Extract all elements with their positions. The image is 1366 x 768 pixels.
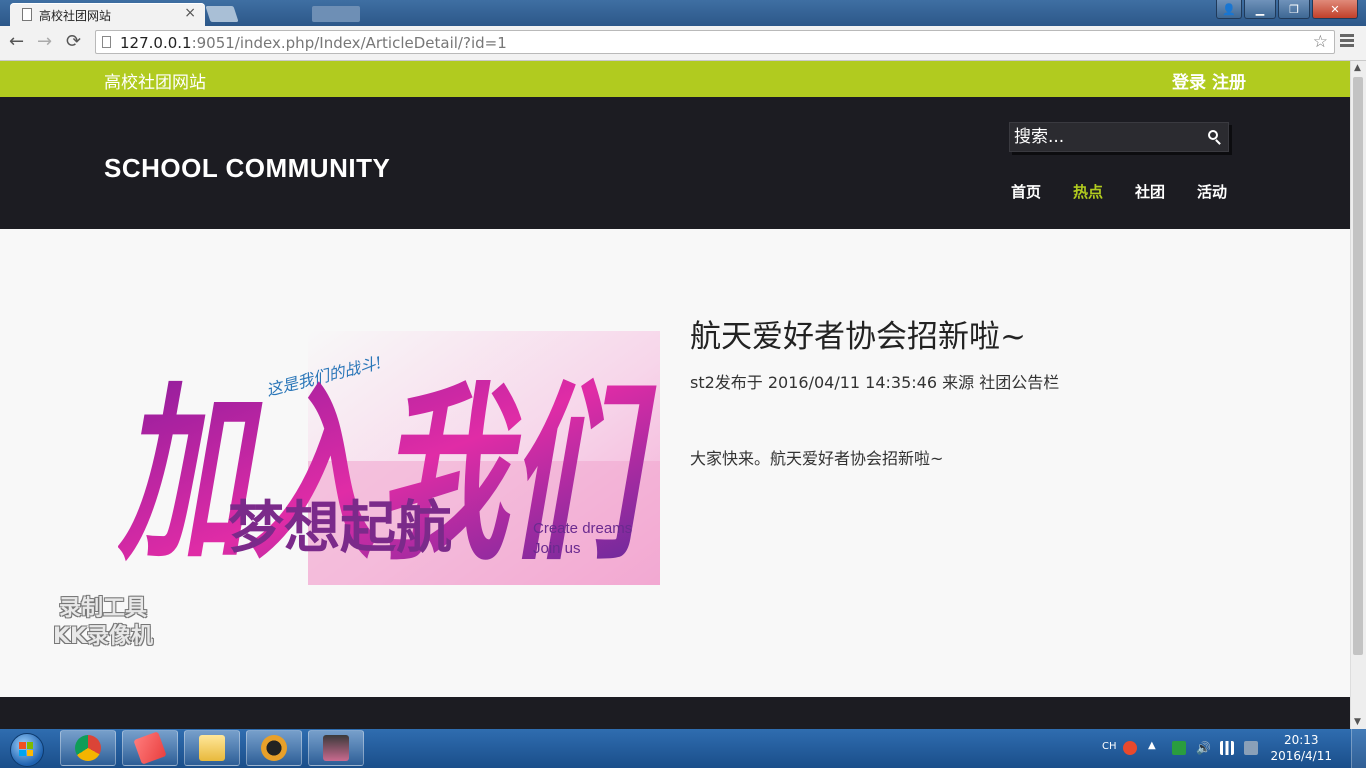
maximize-button[interactable]: ❐ [1278, 0, 1310, 19]
clock-time: 20:13 [1283, 733, 1319, 747]
search-input[interactable] [1014, 127, 1194, 147]
address-url[interactable]: 127.0.0.1:9051/index.php/Index/ArticleDe… [120, 34, 507, 52]
document-icon [22, 8, 32, 21]
new-tab-button[interactable] [205, 6, 239, 22]
article-title: 航天爱好者协会招新啦~ [690, 319, 1026, 355]
system-tray: CH ▲ 🔊 20:13 2016/4/11 [1096, 729, 1366, 768]
show-hidden-icons[interactable]: ▲ [1148, 740, 1156, 751]
article-body: 大家快来。航天爱好者协会招新啦~ [690, 449, 944, 468]
chrome-icon [75, 735, 101, 761]
site-header: SCHOOL COMMUNITY 首页 热点 社团 活动 [0, 97, 1350, 229]
forward-button[interactable]: → [37, 32, 52, 52]
browser-toolbar: ← → ⟳ 127.0.0.1:9051/index.php/Index/Art… [0, 26, 1366, 61]
mask-icon [261, 735, 287, 761]
register-link[interactable]: 注册 [1212, 73, 1246, 93]
taskbar-app-mask[interactable] [246, 730, 302, 766]
system-clock[interactable]: 20:13 2016/4/11 [1270, 732, 1332, 764]
article-section: 这是我们的战斗! 加入我们 梦想起航 Create dreams Join us… [0, 229, 1350, 697]
main-nav: 首页 热点 社团 活动 [1011, 181, 1259, 202]
chrome-menu-icon[interactable] [1340, 34, 1354, 49]
poster-english-1: Create dreams [533, 520, 632, 537]
bookmark-star-icon[interactable]: ☆ [1313, 32, 1328, 52]
action-center-icon[interactable] [1244, 741, 1258, 755]
search-box [1009, 122, 1229, 152]
page-viewport: 高校社团网站 登录注册 SCHOOL COMMUNITY 首页 热点 社团 活动 [0, 61, 1350, 729]
windows-taskbar: CH ▲ 🔊 20:13 2016/4/11 [0, 729, 1366, 768]
taskbar-app-photo[interactable] [308, 730, 364, 766]
volume-icon[interactable]: 🔊 [1196, 741, 1211, 755]
language-indicator[interactable]: CH [1102, 741, 1117, 752]
browser-titlebar: 高校社团网站 × 👤 ▁ ❐ ✕ [0, 0, 1366, 26]
reload-button[interactable]: ⟳ [66, 32, 81, 52]
folder-icon [199, 735, 225, 761]
page-icon [102, 36, 111, 48]
tab-title: 高校社团网站 [39, 9, 112, 23]
poster-english-2: Join us [533, 540, 581, 557]
start-button[interactable] [4, 730, 48, 767]
url-path: :9051/index.php/Index/ArticleDetail/?id=… [191, 34, 507, 52]
url-host: 127.0.0.1 [120, 34, 192, 52]
article-meta: st2发布于 2016/04/11 14:35:46 来源 社团公告栏 [690, 373, 1060, 392]
watermark-line2: KK录像机 [52, 624, 154, 649]
input-method-icon[interactable] [1123, 741, 1137, 755]
nav-item-activities[interactable]: 活动 [1197, 181, 1227, 202]
site-brand-logo[interactable]: SCHOOL COMMUNITY [104, 153, 390, 184]
scroll-down-icon[interactable]: ▼ [1354, 717, 1361, 727]
network-icon[interactable] [1220, 741, 1234, 755]
auth-links: 登录 注册 [1166, 68, 1246, 93]
site-name-link[interactable]: 高校社团网站 [104, 68, 206, 93]
recorder-watermark: 录制工具 KK录像机 [33, 595, 173, 651]
taskbar-chrome[interactable] [60, 730, 116, 766]
user-icon[interactable]: 👤 [1216, 0, 1242, 19]
nav-item-hot[interactable]: 热点 [1073, 181, 1103, 202]
poster-subtitle: 梦想起航 [228, 496, 452, 561]
login-link[interactable]: 登录 [1172, 73, 1206, 93]
page-scrollbar[interactable]: ▲ ▼ [1350, 61, 1366, 729]
close-window-button[interactable]: ✕ [1312, 0, 1358, 19]
address-bar[interactable]: 127.0.0.1:9051/index.php/Index/ArticleDe… [95, 30, 1335, 54]
nav-item-home[interactable]: 首页 [1011, 181, 1041, 202]
security-icon[interactable] [1172, 741, 1186, 755]
windows-logo-icon [19, 742, 33, 756]
top-bar: 高校社团网站 登录 注册 [0, 61, 1350, 97]
article-image: 这是我们的战斗! 加入我们 梦想起航 Create dreams Join us [118, 331, 660, 585]
browser-tab[interactable]: 高校社团网站 × [10, 3, 205, 26]
nav-item-clubs[interactable]: 社团 [1135, 181, 1165, 202]
tab-close-icon[interactable]: × [184, 5, 196, 21]
minimize-button[interactable]: ▁ [1244, 0, 1276, 19]
taskbar-explorer[interactable] [184, 730, 240, 766]
window-controls: 👤 ▁ ❐ ✕ [1216, 0, 1358, 20]
back-button[interactable]: ← [9, 32, 24, 52]
eraser-icon [133, 731, 167, 765]
site-footer [0, 697, 1350, 729]
clock-date: 2016/4/11 [1270, 749, 1332, 763]
scrollbar-thumb[interactable] [1353, 77, 1363, 655]
watermark-line1: 录制工具 [58, 596, 147, 621]
search-icon[interactable] [1208, 130, 1218, 140]
show-desktop-button[interactable] [1351, 729, 1366, 768]
taskbar-app-eraser[interactable] [122, 730, 178, 766]
scroll-up-icon[interactable]: ▲ [1354, 63, 1361, 73]
photo-icon [323, 735, 349, 761]
taskbar-preview [312, 6, 360, 22]
